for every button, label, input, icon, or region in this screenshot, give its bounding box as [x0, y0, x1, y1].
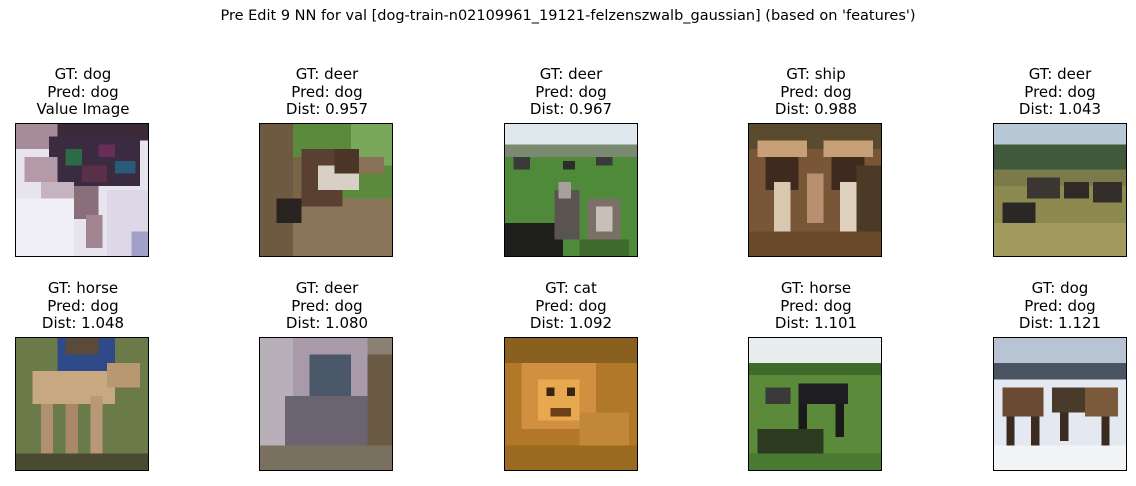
panel-10: GT: dog Pred: dog Dist: 1.121	[960, 279, 1136, 333]
panel-6: GT: horse Pred: dog Dist: 1.048	[0, 279, 183, 333]
panel-gt-label: GT: deer	[295, 65, 359, 83]
neighbor-image-8	[748, 337, 882, 471]
panel-dist-label: Dist: 0.967	[529, 100, 613, 118]
panel-gt-label: GT: cat	[545, 279, 597, 297]
panel-pred-label: Pred: dog	[291, 82, 363, 101]
panel-gt-label: GT: horse	[780, 279, 852, 297]
panel-pred-label: Pred: dog	[535, 82, 607, 101]
panel-dist-label: Dist: 1.048	[41, 314, 125, 332]
panel-pred-label: Pred: dog	[535, 296, 607, 315]
panel-dist-label: Dist: 1.121	[1018, 314, 1102, 332]
panel-dist-label: Dist: 1.092	[529, 314, 613, 332]
panel-pred-label: Pred: dog	[47, 296, 119, 315]
panel-pred-label: Pred: dog	[291, 296, 363, 315]
neighbor-image-1	[259, 123, 393, 257]
panel-7: GT: deer Pred: dog Dist: 1.080	[227, 279, 427, 333]
panel-value-label: Value Image	[36, 100, 130, 118]
panel-pred-label: Pred: dog	[780, 296, 852, 315]
panel-4: GT: ship Pred: dog Dist: 0.988	[716, 65, 916, 119]
neighbor-image-4	[993, 123, 1127, 257]
neighbor-image-5	[15, 337, 149, 471]
figure-title: Pre Edit 9 NN for val [dog-train-n021099…	[220, 8, 916, 24]
panel-dist-label: Dist: 1.101	[774, 314, 858, 332]
panel-1: GT: dog Pred: dog Value Image	[0, 65, 183, 119]
panel-dist-label: Dist: 0.988	[774, 100, 858, 118]
panel-3: GT: deer Pred: dog Dist: 0.967	[471, 65, 671, 119]
neighbor-image-7	[504, 337, 638, 471]
panel-8: GT: cat Pred: dog Dist: 1.092	[471, 279, 671, 333]
neighbor-image-9	[993, 337, 1127, 471]
panel-pred-label: Pred: dog	[1024, 296, 1096, 315]
panel-gt-label: GT: ship	[786, 65, 846, 83]
panel-gt-label: GT: deer	[539, 65, 603, 83]
panel-pred-label: Pred: dog	[47, 82, 119, 101]
panel-9: GT: horse Pred: dog Dist: 1.101	[716, 279, 916, 333]
neighbor-image-6	[259, 337, 393, 471]
neighbor-image-2	[504, 123, 638, 257]
panel-dist-label: Dist: 0.957	[285, 100, 369, 118]
query-dog-image	[15, 123, 149, 257]
neighbor-image-3	[748, 123, 882, 257]
panel-pred-label: Pred: dog	[780, 82, 852, 101]
panel-gt-label: GT: deer	[1028, 65, 1092, 83]
panel-5: GT: deer Pred: dog Dist: 1.043	[960, 65, 1136, 119]
panel-gt-label: GT: dog	[1031, 279, 1089, 297]
panel-dist-label: Dist: 1.043	[1018, 100, 1102, 118]
panel-2: GT: deer Pred: dog Dist: 0.957	[227, 65, 427, 119]
panel-gt-label: GT: dog	[54, 65, 112, 83]
panel-gt-label: GT: deer	[295, 279, 359, 297]
panel-pred-label: Pred: dog	[1024, 82, 1096, 101]
panel-gt-label: GT: horse	[47, 279, 119, 297]
panel-dist-label: Dist: 1.080	[285, 314, 369, 332]
